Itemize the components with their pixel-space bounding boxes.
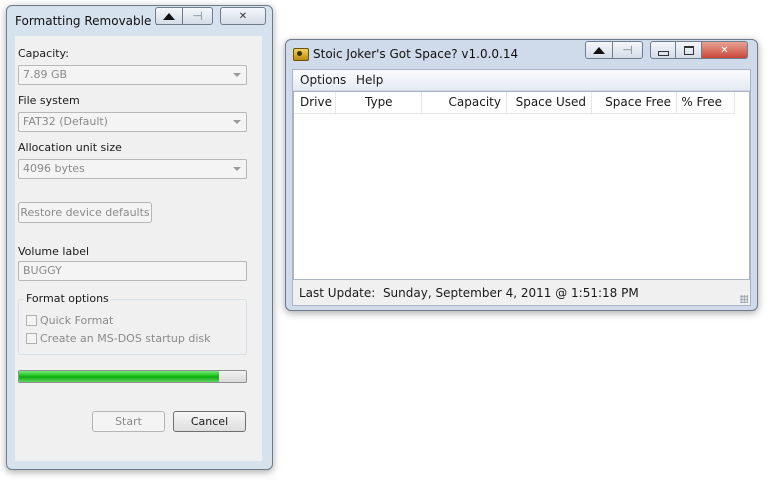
column-space-used[interactable]: Space Used (507, 92, 592, 113)
column-space-free[interactable]: Space Free (592, 92, 677, 113)
resize-grip-icon[interactable] (740, 295, 748, 303)
menu-options[interactable]: Options (300, 73, 346, 87)
app-caption-buttons: ✕ (650, 41, 748, 59)
filesystem-value: FAT32 (Default) (23, 115, 108, 128)
format-options-label: Format options (24, 292, 111, 305)
app-roll-up-button[interactable] (585, 41, 613, 59)
progress-fill (19, 371, 219, 382)
format-close-button[interactable]: ✕ (220, 7, 266, 25)
triangle-up-icon (163, 12, 175, 20)
capacity-value: 7.89 GB (23, 68, 68, 81)
capacity-dropdown[interactable]: 7.89 GB (18, 65, 247, 85)
chevron-down-icon (233, 120, 241, 124)
filesystem-label: File system (18, 94, 80, 107)
list-header: Drive Type Capacity Space Used Space Fre… (294, 92, 735, 114)
format-dialog-window: Formatting Removable Dis ⊣ ✕ Capacity: 7… (6, 5, 273, 470)
app-pin-button[interactable]: ⊣ (613, 41, 643, 59)
format-progress-bar (18, 370, 247, 383)
restore-defaults-button[interactable]: Restore device defaults (18, 202, 152, 223)
quick-format-checkbox[interactable] (26, 315, 37, 326)
maximize-button[interactable] (676, 41, 702, 59)
allocation-dropdown[interactable]: 4096 bytes (18, 159, 247, 179)
pin-icon: ⊣ (192, 9, 203, 23)
volume-label-value: BUGGY (23, 264, 62, 277)
msdos-startup-label: Create an MS-DOS startup disk (40, 332, 211, 345)
column-type[interactable]: Type (336, 92, 422, 113)
quick-format-label: Quick Format (40, 314, 114, 327)
maximize-icon (683, 45, 694, 55)
allocation-label: Allocation unit size (18, 141, 122, 154)
allocation-value: 4096 bytes (23, 162, 85, 175)
triangle-up-icon (593, 46, 605, 54)
chevron-down-icon (233, 167, 241, 171)
app-client: Options Help Drive Type Capacity Space U… (292, 69, 751, 306)
menu-help[interactable]: Help (356, 73, 383, 87)
got-space-window: Stoic Joker's Got Space? v1.0.0.14 ⊣ ✕ O… (285, 39, 758, 311)
app-close-button[interactable]: ✕ (702, 41, 748, 59)
column-percent-free[interactable]: % Free (677, 92, 735, 113)
roll-up-button[interactable] (155, 7, 183, 25)
volume-label-label: Volume label (18, 245, 90, 258)
last-update-text: Last Update: Sunday, September 4, 2011 @… (299, 286, 639, 300)
format-options-group (18, 299, 247, 355)
app-pin-group: ⊣ (585, 41, 643, 59)
cancel-button[interactable]: Cancel (173, 411, 246, 432)
minimize-icon (657, 50, 669, 56)
close-icon: ✕ (720, 44, 729, 56)
close-icon: ✕ (238, 10, 248, 22)
menu-bar: Options Help (293, 70, 750, 91)
start-button[interactable]: Start (92, 411, 165, 432)
minimize-button[interactable] (650, 41, 676, 59)
column-capacity[interactable]: Capacity (422, 92, 507, 113)
format-dialog-client: Capacity: 7.89 GB File system FAT32 (Def… (15, 36, 262, 461)
status-bar: Last Update: Sunday, September 4, 2011 @… (293, 281, 750, 305)
capacity-label: Capacity: (18, 47, 69, 60)
format-dialog-title: Formatting Removable Dis (15, 14, 175, 28)
app-title: Stoic Joker's Got Space? v1.0.0.14 (313, 47, 519, 61)
pin-button-group: ⊣ (155, 7, 213, 25)
drive-list[interactable]: Drive Type Capacity Space Used Space Fre… (293, 91, 750, 280)
pin-icon: ⊣ (622, 43, 633, 57)
app-icon (293, 48, 309, 61)
column-drive[interactable]: Drive (294, 92, 336, 113)
volume-label-input[interactable]: BUGGY (18, 261, 247, 281)
filesystem-dropdown[interactable]: FAT32 (Default) (18, 112, 247, 132)
pin-button[interactable]: ⊣ (183, 7, 213, 25)
chevron-down-icon (233, 73, 241, 77)
msdos-startup-checkbox[interactable] (26, 333, 37, 344)
format-caption-buttons: ✕ (220, 7, 266, 25)
